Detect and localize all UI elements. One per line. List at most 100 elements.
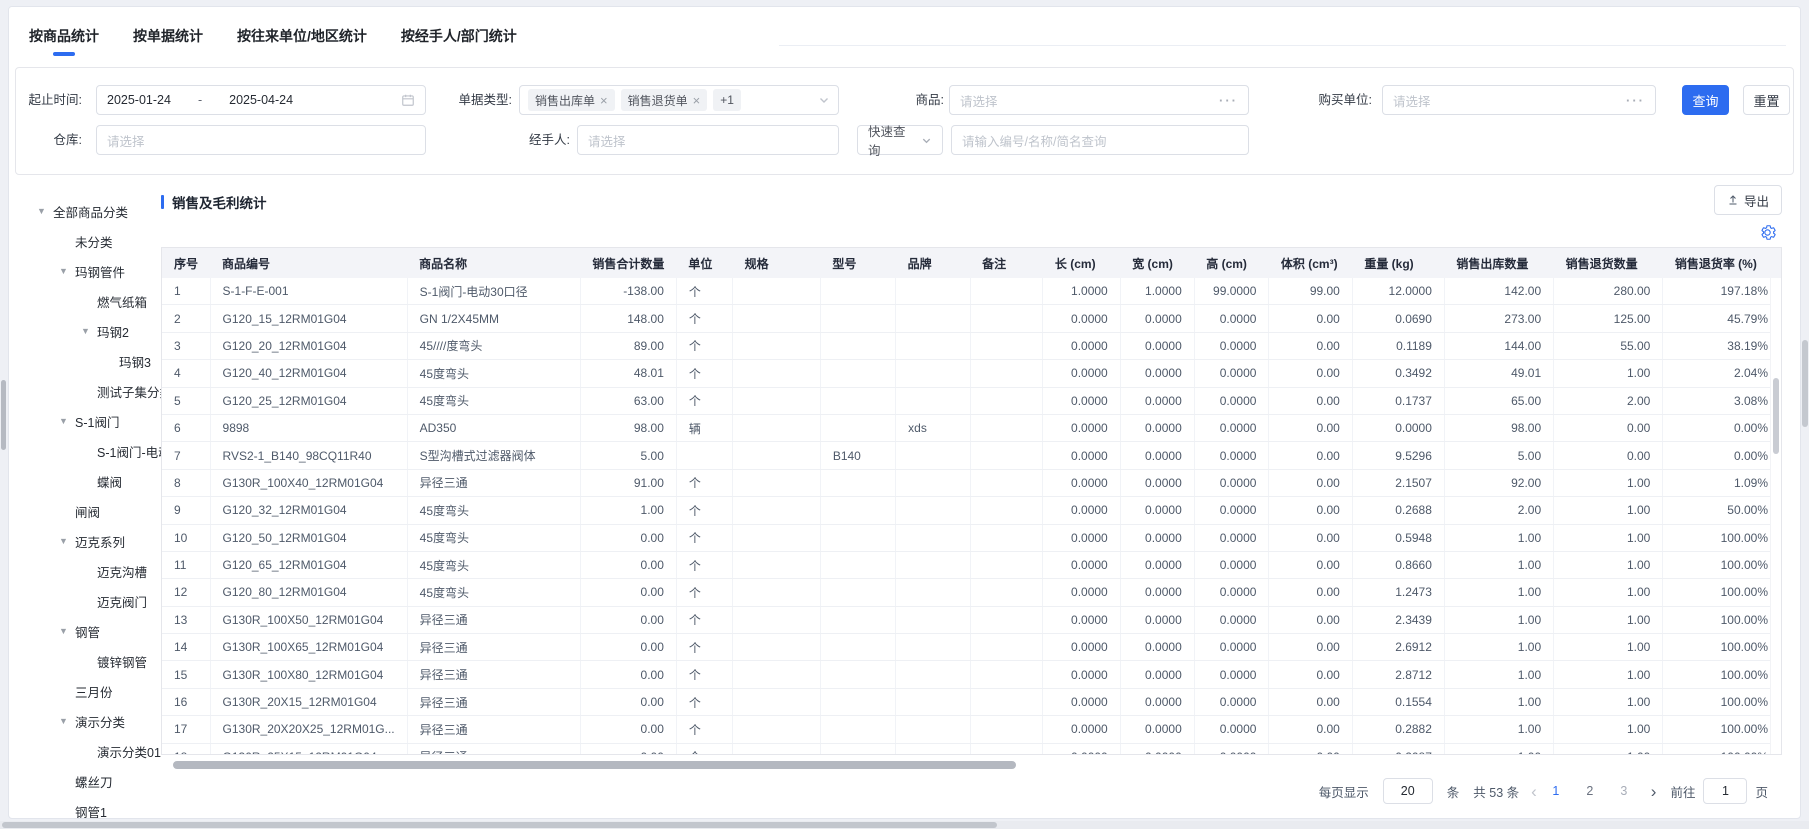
keyword-input[interactable]: 请输入编号/名称/简名查询 [951, 125, 1249, 155]
table-cell: 0.00 [580, 524, 677, 552]
warehouse-select[interactable]: 请选择 [96, 125, 426, 155]
page-number[interactable]: 3 [1609, 784, 1639, 798]
table-cell [970, 578, 1044, 607]
table-row[interactable]: 4 G120_40_12RM01G04 45度弯头 48.01 个 0.0000 0.000… [162, 359, 1781, 388]
page-scrollbar-bottom-thumb[interactable] [2, 822, 997, 828]
tree-item[interactable]: ▼迈克阀门 [25, 586, 157, 616]
table-cell: 148.00 [580, 304, 677, 333]
tree-item[interactable]: ▼燃气纸箱 [25, 286, 157, 316]
date-range-input[interactable]: 2025-01-24 - 2025-04-24 [96, 85, 426, 115]
table-row[interactable]: 8 G130R_100X40_12RM01G04 异径三通 91.00 个 0.0000 0… [162, 469, 1781, 498]
caret-down-icon[interactable]: ▼ [59, 416, 75, 426]
search-button[interactable]: 查询 [1682, 85, 1729, 115]
table-cell [895, 660, 971, 689]
tree-item[interactable]: ▼ 演示分类 [25, 706, 157, 736]
more-icon[interactable]: ··· [1626, 93, 1645, 108]
table-row[interactable]: 14 G130R_100X65_12RM01G04 异径三通 0.00 个 0.0000 0… [162, 633, 1781, 662]
tab-active[interactable]: 按商品统计 [29, 10, 99, 60]
table-row[interactable]: 18G130R_25X15_12RM01G04异径三通0.00个0.00000.… [162, 743, 1781, 754]
table-cell: 1.0000 [1120, 278, 1195, 306]
reset-button[interactable]: 重置 [1743, 85, 1790, 115]
doc-type-tag[interactable]: 销售退货单 × [620, 89, 708, 111]
table-cell: 0.00 [1268, 551, 1353, 580]
tree-item[interactable]: ▼ S-1阀门 [25, 406, 157, 436]
doc-type-tag[interactable]: 销售出库单 × [528, 89, 615, 111]
caret-down-icon[interactable]: ▼ [59, 266, 75, 276]
chevron-down-icon[interactable] [818, 94, 830, 106]
table-row[interactable]: 15 G130R_100X80_12RM01G04 异径三通 0.00 个 0.0000 0… [162, 660, 1781, 689]
goto-page-input[interactable]: 1 [1703, 778, 1748, 804]
tree-item[interactable]: ▼螺丝刀 [25, 766, 157, 796]
handler-select[interactable]: 请选择 [577, 125, 839, 155]
table-row[interactable]: 6 9898 AD350 98.00 辆 xds 0.0000 0.0000 0.0000 0.0… [162, 414, 1781, 443]
table-row[interactable]: 16 G130R_20X15_12RM01G04 异径三通 0.00 个 0.0000 0.… [162, 688, 1781, 717]
tab-item[interactable]: 按单据统计 [133, 10, 203, 60]
page-scrollbar-bottom[interactable] [0, 821, 1809, 829]
product-select[interactable]: 请选择 ··· [949, 85, 1249, 115]
table-row[interactable]: 5 G120_25_12RM01G04 45度弯头 63.00 个 0.0000 0.000… [162, 387, 1781, 415]
export-button[interactable]: 导出 [1713, 185, 1782, 215]
tag-close-icon[interactable]: × [600, 94, 608, 107]
caret-down-icon[interactable]: ▼ [37, 206, 53, 216]
table-cell: 0.0000 [1194, 359, 1270, 388]
tree-item[interactable]: ▼蝶阀 [25, 466, 157, 496]
per-page-input[interactable]: 20 [1382, 778, 1433, 804]
table-cell: 100.00% [1662, 660, 1781, 689]
table-row[interactable]: 9 G120_32_12RM01G04 45度弯头 1.00 个 0.0000 0.0000… [162, 496, 1781, 525]
table-row[interactable]: 11 G120_65_12RM01G04 45度弯头 0.00 个 0.0000 0.000… [162, 551, 1781, 580]
tree-item-label: 闸阀 [75, 505, 101, 520]
caret-down-icon[interactable]: ▼ [81, 326, 97, 336]
tree-item[interactable]: ▼ 迈克系列 [25, 526, 157, 556]
tree-item[interactable]: ▼钢管1 [25, 796, 157, 819]
table-cell: 0.0000 [1042, 387, 1121, 415]
more-icon[interactable]: ··· [1219, 93, 1238, 108]
table-row[interactable]: 2 G120_15_12RM01G04 GN 1/2X45MM 148.00 个 0.00… [162, 304, 1781, 333]
caret-down-icon[interactable]: ▼ [59, 536, 75, 546]
tree-item[interactable]: ▼ 钢管 [25, 616, 157, 646]
table-cell [970, 387, 1044, 415]
doc-type-tag[interactable]: +1 [713, 89, 741, 111]
horizontal-scrollbar[interactable] [161, 760, 1782, 770]
quick-search-select[interactable]: 快速查询 [857, 125, 943, 158]
next-page-icon[interactable]: › [1651, 783, 1657, 800]
table-row[interactable]: 1 S-1-F-E-001 S-1阀门-电动30口径 -138.00 个 1.0000 1.… [162, 278, 1781, 306]
horizontal-scrollbar-thumb[interactable] [173, 761, 1016, 769]
table-row[interactable]: 7 RVS2-1_B140_98CQ11R40 S型沟槽式过滤器阀体 5.00 B140… [162, 441, 1781, 470]
tree-item[interactable]: ▼闸阀 [25, 496, 157, 526]
tag-close-icon[interactable]: × [693, 94, 701, 107]
tree-item[interactable]: ▼ 全部商品分类 [25, 196, 157, 226]
tree-item[interactable]: ▼演示分类01 [25, 736, 161, 766]
tree-item[interactable]: ▼ 玛钢管件 [25, 256, 157, 286]
caret-down-icon[interactable]: ▼ [59, 626, 75, 636]
table-cell: 0.0000 [1042, 743, 1121, 754]
page-scrollbar-right-thumb[interactable] [1802, 340, 1808, 427]
table-row[interactable]: 12 G120_80_12RM01G04 45度弯头 0.00 个 0.0000 0.000… [162, 578, 1781, 607]
page-number[interactable]: 2 [1575, 784, 1605, 798]
tab-item[interactable]: 按往来单位/地区统计 [237, 10, 367, 60]
tree-item[interactable]: ▼三月份 [25, 676, 157, 706]
vertical-scrollbar[interactable] [1770, 278, 1781, 754]
table-row[interactable]: 3 G120_20_12RM01G04 45////度弯头 89.00 个 0.0000 0… [162, 332, 1781, 361]
vertical-scrollbar-thumb[interactable] [1773, 378, 1779, 454]
table-row[interactable]: 13 G130R_100X50_12RM01G04 异径三通 0.00 个 0.0000 0… [162, 606, 1781, 635]
tree-item[interactable]: ▼S-1阀门-电动 [25, 436, 171, 466]
page-number-active[interactable]: 1 [1541, 784, 1571, 798]
table-row[interactable]: 10 G120_50_12RM01G04 45度弯头 0.00 个 0.0000 0.000… [162, 524, 1781, 552]
tree-item[interactable]: ▼玛钢3 [25, 346, 157, 376]
warehouse-placeholder: 请选择 [107, 134, 145, 149]
tree-item[interactable]: ▼迈克沟槽 [25, 556, 157, 586]
buyer-select[interactable]: 请选择 ··· [1382, 85, 1656, 115]
tab-item[interactable]: 按经手人/部门统计 [401, 10, 517, 60]
tree-item[interactable]: ▼ 玛钢2 [25, 316, 157, 346]
table-row[interactable]: 17 G130R_20X20X25_12RM01G... 异径三通 0.00 个 0.00… [162, 715, 1781, 744]
gear-icon[interactable] [1759, 224, 1776, 241]
tree-item[interactable]: ▼测试子集分类 [25, 376, 172, 406]
tree-item[interactable]: ▼镀锌钢管 [25, 646, 157, 676]
table-cell [732, 332, 821, 361]
tree-item[interactable]: ▼未分类 [25, 226, 157, 256]
doc-type-select[interactable]: 销售出库单 × 销售退货单 × +1 [519, 85, 839, 115]
table-cell: 个 [676, 359, 734, 388]
caret-down-icon[interactable]: ▼ [59, 716, 75, 726]
page-scrollbar-left-thumb[interactable] [1, 380, 6, 450]
column-header: 长 (cm) [1042, 248, 1121, 278]
